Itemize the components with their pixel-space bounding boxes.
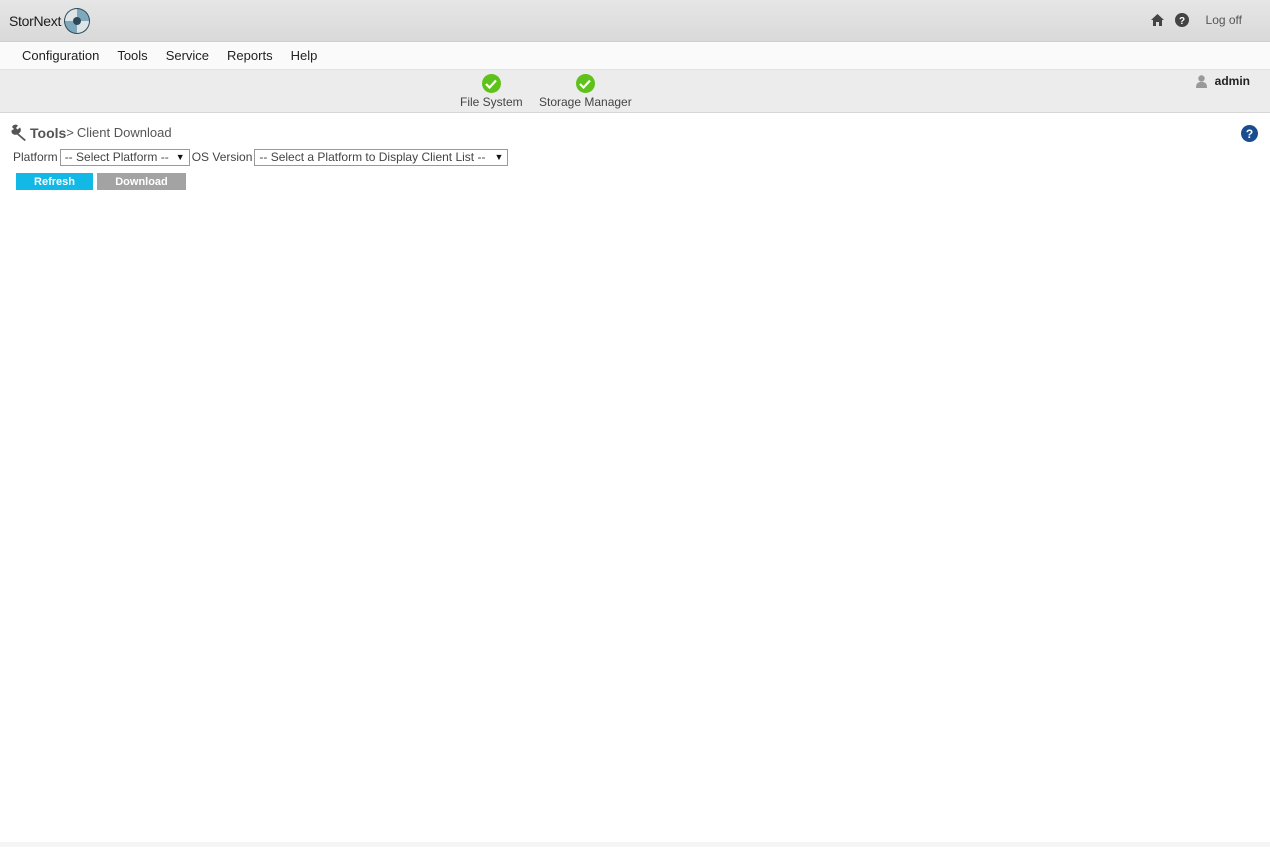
breadcrumb: Tools > Client Download bbox=[10, 124, 172, 141]
page-title: Client Download bbox=[76, 125, 172, 140]
menu-tools[interactable]: Tools bbox=[108, 48, 156, 63]
download-button[interactable]: Download bbox=[97, 173, 186, 190]
os-version-select-value: -- Select a Platform to Display Client L… bbox=[259, 150, 486, 164]
dropdown-arrow-icon: ▼ bbox=[175, 152, 185, 162]
help-icon[interactable]: ? bbox=[1175, 12, 1190, 27]
home-icon[interactable] bbox=[1150, 12, 1165, 27]
main-menu: Configuration Tools Service Reports Help bbox=[0, 42, 1270, 70]
status-bar: File System Storage Manager bbox=[0, 70, 1270, 113]
platform-select[interactable]: -- Select Platform -- ▼ bbox=[59, 148, 190, 166]
refresh-button[interactable]: Refresh bbox=[16, 173, 93, 190]
logoff-link[interactable]: Log off bbox=[1206, 13, 1242, 27]
os-version-select[interactable]: -- Select a Platform to Display Client L… bbox=[254, 148, 509, 166]
dropdown-arrow-icon: ▼ bbox=[494, 152, 504, 162]
user-icon bbox=[1195, 74, 1207, 88]
menu-service[interactable]: Service bbox=[157, 48, 218, 63]
filter-form: Platform -- Select Platform -- ▼ OS Vers… bbox=[13, 148, 510, 166]
brand-name: StorNext bbox=[9, 13, 62, 29]
action-buttons: Refresh Download bbox=[16, 173, 186, 190]
user-name: admin bbox=[1214, 74, 1250, 88]
user-menu[interactable]: admin bbox=[1195, 74, 1250, 88]
menu-configuration[interactable]: Configuration bbox=[13, 48, 108, 63]
footer-strip bbox=[0, 842, 1270, 847]
platform-label: Platform bbox=[13, 150, 58, 164]
header-actions: ? Log off bbox=[1150, 12, 1242, 27]
menu-help[interactable]: Help bbox=[282, 48, 327, 63]
status-file-system[interactable]: File System bbox=[460, 74, 523, 109]
os-version-label: OS Version bbox=[191, 150, 253, 164]
breadcrumb-separator: > bbox=[66, 125, 74, 140]
platform-select-value: -- Select Platform -- bbox=[64, 150, 169, 164]
status-label: Storage Manager bbox=[539, 95, 632, 109]
brand-logo[interactable]: StorNext bbox=[9, 7, 91, 35]
top-header: StorNext ? Log off bbox=[0, 0, 1270, 42]
page-help-icon[interactable]: ? bbox=[1241, 125, 1258, 142]
check-icon bbox=[481, 74, 501, 93]
svg-text:?: ? bbox=[1179, 16, 1185, 27]
wrench-icon bbox=[11, 124, 26, 141]
check-icon bbox=[575, 74, 595, 93]
status-storage-manager[interactable]: Storage Manager bbox=[539, 74, 632, 109]
status-label: File System bbox=[460, 95, 523, 109]
stornext-logo-icon bbox=[64, 8, 91, 34]
menu-reports[interactable]: Reports bbox=[218, 48, 282, 63]
breadcrumb-section[interactable]: Tools bbox=[30, 125, 66, 141]
